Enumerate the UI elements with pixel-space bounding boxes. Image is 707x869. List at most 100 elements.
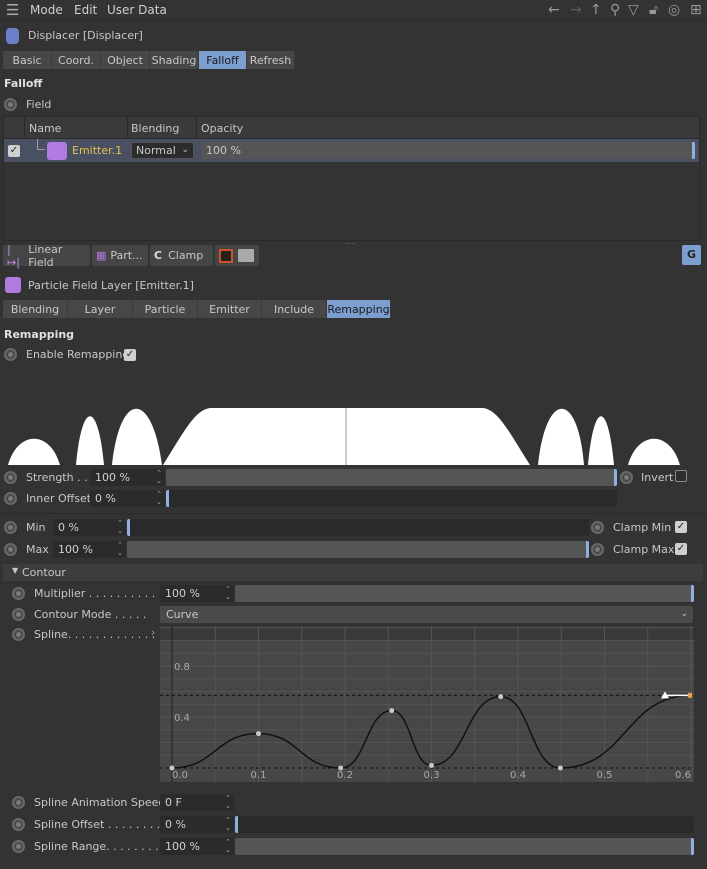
up-arrow-icon[interactable]: ↑ bbox=[590, 2, 602, 18]
tab-remapping[interactable]: Remapping bbox=[327, 300, 391, 318]
tab-particle[interactable]: Particle bbox=[133, 300, 198, 318]
min-slider[interactable] bbox=[127, 519, 589, 536]
min-value: 0 % bbox=[58, 521, 79, 534]
inner-offset-field[interactable]: 0 % ⌃ ⌄ bbox=[90, 490, 165, 507]
contour-mode-radio[interactable] bbox=[12, 608, 25, 621]
strength-radio[interactable] bbox=[4, 471, 17, 484]
spline-offset-radio[interactable] bbox=[12, 818, 25, 831]
spline-range-label: Spline Range. . . . . . . . bbox=[34, 840, 159, 853]
stepper-icon[interactable]: ⌃ ⌄ bbox=[225, 816, 231, 832]
field-label: Field bbox=[26, 98, 52, 111]
clamp-min-radio[interactable] bbox=[591, 521, 604, 534]
tab-shading[interactable]: Shading bbox=[150, 51, 199, 69]
multiplier-field[interactable]: 100 % ⌃ ⌄ bbox=[160, 585, 234, 602]
linear-field-button[interactable]: |↦| Linear Field bbox=[3, 242, 90, 269]
spline-range-radio[interactable] bbox=[12, 840, 25, 853]
menu-edit[interactable]: Edit bbox=[74, 3, 97, 17]
back-arrow-icon[interactable]: ← bbox=[548, 2, 560, 18]
menu-user-data[interactable]: User Data bbox=[107, 3, 167, 17]
strength-slider[interactable] bbox=[166, 469, 617, 486]
column-blending[interactable]: Blending bbox=[131, 122, 179, 135]
clamp-toggle-icon[interactable]: G bbox=[682, 245, 701, 265]
clamp-max-checkbox[interactable]: ✓ bbox=[675, 543, 687, 555]
blending-dropdown[interactable]: Normal ⌄ bbox=[131, 142, 194, 159]
min-label: Min bbox=[26, 521, 46, 534]
tab-include[interactable]: Include bbox=[262, 300, 327, 318]
add-folder-icon[interactable] bbox=[238, 249, 254, 262]
contour-group-header[interactable]: ▼ Contour bbox=[3, 564, 703, 581]
animate-radio[interactable] bbox=[4, 98, 17, 111]
tab-emitter[interactable]: Emitter bbox=[198, 300, 262, 318]
tab-basic[interactable]: Basic bbox=[3, 51, 52, 69]
tab-coord[interactable]: Coord. bbox=[52, 51, 101, 69]
spline-editor[interactable]: 0.0 0.1 0.2 0.3 0.4 0.5 0.6 0.4 0.8 bbox=[160, 626, 694, 782]
column-name[interactable]: Name bbox=[29, 122, 61, 135]
spline-point bbox=[389, 708, 395, 714]
particle-field-button[interactable]: ▦ Part... bbox=[92, 245, 148, 266]
remap-preview-shape bbox=[8, 408, 680, 465]
stepper-icon[interactable]: ⌃ ⌄ bbox=[156, 490, 162, 506]
stepper-icon[interactable]: ⌃ ⌄ bbox=[117, 519, 123, 535]
lock-icon[interactable]: 🔓︎ bbox=[649, 2, 658, 18]
spline-radio[interactable] bbox=[12, 628, 25, 641]
resize-handle[interactable]: ..... bbox=[345, 238, 356, 246]
max-slider[interactable] bbox=[127, 541, 589, 558]
forward-arrow-icon[interactable]: → bbox=[570, 2, 582, 18]
enable-remapping-radio[interactable] bbox=[4, 348, 17, 361]
menu-mode[interactable]: Mode bbox=[30, 3, 63, 17]
new-panel-icon[interactable]: ⊞ bbox=[690, 2, 702, 18]
tab-layer[interactable]: Layer bbox=[68, 300, 133, 318]
x-tick-label: 0.3 bbox=[424, 770, 440, 781]
enable-remapping-checkbox[interactable]: ✓ bbox=[124, 349, 136, 361]
tab-blending[interactable]: Blending bbox=[3, 300, 68, 318]
min-radio[interactable] bbox=[4, 521, 17, 534]
stepper-icon[interactable]: ⌃ ⌄ bbox=[156, 469, 162, 485]
max-field[interactable]: 100 % ⌃ ⌄ bbox=[53, 541, 126, 558]
y-tick-label: 0.4 bbox=[174, 713, 190, 724]
spline-anim-speed-field[interactable]: 0 F ⌃ ⌄ bbox=[160, 794, 234, 811]
layer-name[interactable]: Emitter.1 bbox=[72, 144, 122, 157]
contour-mode-label: Contour Mode . . . . . bbox=[34, 608, 147, 621]
inner-offset-value: 0 % bbox=[95, 492, 116, 505]
clamp-max-radio[interactable] bbox=[591, 543, 604, 556]
spline-offset-field[interactable]: 0 % ⌃ ⌄ bbox=[160, 816, 234, 833]
stepper-icon[interactable]: ⌃ ⌄ bbox=[225, 838, 231, 854]
add-modifier-icon[interactable] bbox=[219, 248, 233, 263]
x-tick-label: 0.1 bbox=[251, 770, 267, 781]
hamburger-icon[interactable]: ☰ bbox=[6, 1, 19, 19]
tab-refresh[interactable]: Refresh bbox=[247, 51, 295, 69]
invert-radio[interactable] bbox=[620, 471, 633, 484]
expand-chevron-icon[interactable]: › bbox=[151, 626, 155, 639]
clamp-icon: C bbox=[154, 249, 163, 262]
inner-offset-slider[interactable] bbox=[166, 490, 617, 507]
filter-icon[interactable]: ▽ bbox=[628, 2, 639, 18]
opacity-slider[interactable]: 100 % bbox=[201, 142, 695, 159]
multiplier-value: 100 % bbox=[165, 587, 200, 600]
stepper-icon[interactable]: ⌃ ⌄ bbox=[225, 794, 231, 810]
clamp-button[interactable]: C Clamp bbox=[150, 245, 213, 266]
table-row[interactable]: ✓ Emitter.1 Normal ⌄ 100 % bbox=[4, 139, 699, 162]
column-opacity[interactable]: Opacity bbox=[201, 122, 243, 135]
multiplier-slider[interactable] bbox=[235, 585, 694, 602]
layer-enabled-checkbox[interactable]: ✓ bbox=[8, 145, 20, 157]
tab-falloff[interactable]: Falloff bbox=[199, 51, 247, 69]
strength-field[interactable]: 100 % ⌃ ⌄ bbox=[90, 469, 165, 486]
spline-anim-speed-radio[interactable] bbox=[12, 796, 25, 809]
contour-mode-dropdown[interactable]: Curve ⌄ bbox=[160, 606, 693, 623]
spline-range-slider[interactable] bbox=[235, 838, 694, 855]
stepper-icon[interactable]: ⌃ ⌄ bbox=[225, 585, 231, 601]
spline-offset-slider[interactable] bbox=[235, 816, 694, 833]
tab-object[interactable]: Object bbox=[101, 51, 150, 69]
search-icon[interactable]: ⚲ bbox=[610, 2, 620, 18]
target-icon[interactable]: ◎ bbox=[668, 2, 680, 18]
min-field[interactable]: 0 % ⌃ ⌄ bbox=[53, 519, 126, 536]
spline-range-field[interactable]: 100 % ⌃ ⌄ bbox=[160, 838, 234, 855]
inner-offset-radio[interactable] bbox=[4, 492, 17, 505]
clamp-min-checkbox[interactable]: ✓ bbox=[675, 521, 687, 533]
invert-checkbox[interactable] bbox=[675, 470, 687, 482]
multiplier-radio[interactable] bbox=[12, 587, 25, 600]
max-radio[interactable] bbox=[4, 543, 17, 556]
divider bbox=[0, 513, 707, 514]
linear-field-icon: |↦| bbox=[7, 242, 20, 269]
stepper-icon[interactable]: ⌃ ⌄ bbox=[117, 541, 123, 557]
